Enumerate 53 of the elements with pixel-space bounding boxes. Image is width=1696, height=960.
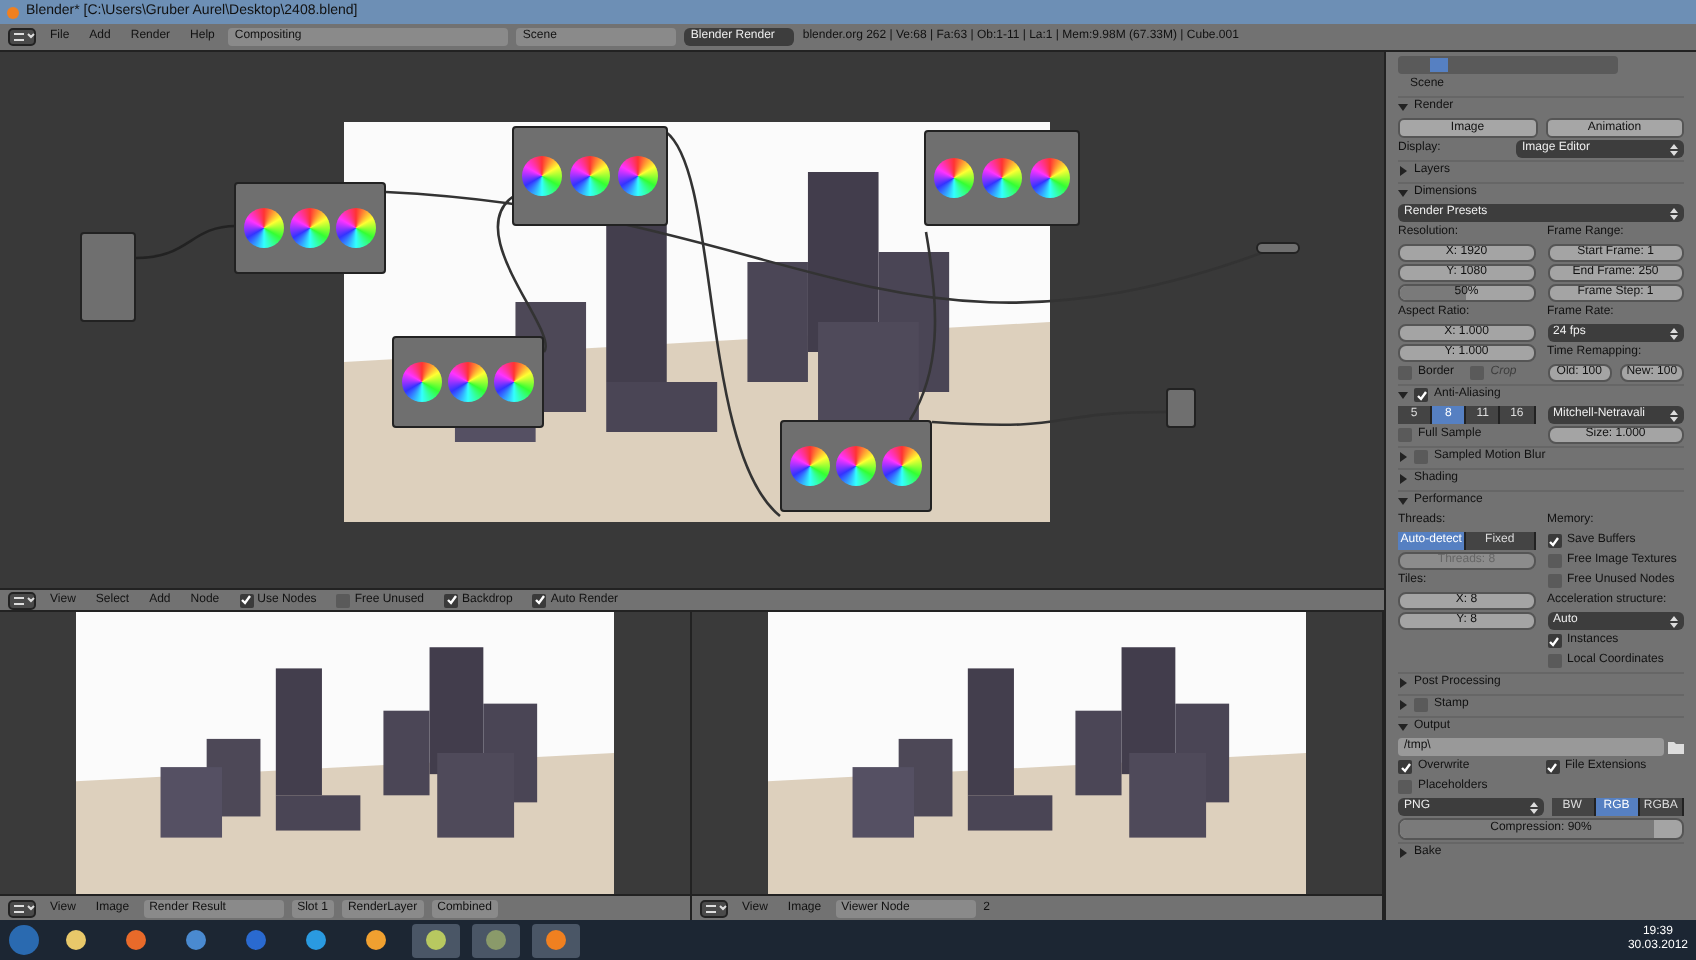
collapsed-triangle-icon[interactable]	[1398, 166, 1408, 176]
updown-arrows-icon	[1670, 615, 1678, 627]
collapsed-triangle-icon[interactable]	[1398, 678, 1408, 688]
editor-type-icon[interactable]	[8, 899, 36, 917]
checkbox[interactable]	[1398, 366, 1412, 380]
checkbox[interactable]	[1398, 760, 1412, 774]
checkbox[interactable]	[1547, 554, 1561, 568]
color-balance-node[interactable]	[234, 182, 386, 274]
expanded-triangle-icon[interactable]	[1398, 390, 1408, 400]
start-button-icon[interactable]	[8, 924, 40, 956]
editor-type-icon[interactable]	[700, 899, 728, 917]
checkbox[interactable]	[532, 593, 547, 607]
checkbox[interactable]	[239, 593, 254, 607]
checkbox[interactable]	[1547, 654, 1561, 668]
checkbox[interactable]	[1547, 574, 1561, 588]
updown-arrows-icon	[1670, 143, 1678, 155]
color-balance-node[interactable]	[924, 130, 1080, 226]
taskbar-button[interactable]	[472, 923, 520, 957]
expanded-triangle-icon[interactable]	[1398, 496, 1408, 506]
composite-node[interactable]	[1166, 388, 1196, 428]
expanded-triangle-icon[interactable]	[1398, 188, 1408, 198]
color-balance-node[interactable]	[780, 420, 932, 512]
checkbox[interactable]	[1414, 450, 1428, 464]
checkbox[interactable]	[1398, 780, 1412, 794]
updown-arrows-icon	[1670, 207, 1678, 219]
checkbox[interactable]	[1398, 428, 1412, 442]
viewer-node[interactable]	[1256, 242, 1300, 254]
editor-type-icon[interactable]	[8, 28, 36, 46]
checkbox[interactable]	[1545, 760, 1559, 774]
color-balance-node[interactable]	[392, 336, 544, 428]
checkbox[interactable]	[1414, 388, 1428, 402]
node-wire	[135, 224, 237, 260]
editor-type-icon[interactable]	[8, 591, 36, 609]
taskbar-button[interactable]	[532, 923, 580, 957]
updown-arrows-icon	[1529, 801, 1537, 813]
checkbox[interactable]	[1547, 534, 1561, 548]
checkbox[interactable]	[444, 593, 458, 607]
checkbox[interactable]	[1547, 634, 1561, 648]
checkbox[interactable]	[336, 593, 351, 607]
app-logo-icon	[6, 5, 20, 19]
collapsed-triangle-icon[interactable]	[1398, 452, 1408, 462]
collapsed-triangle-icon[interactable]	[1398, 474, 1408, 484]
folder-icon[interactable]	[1668, 740, 1684, 754]
checkbox[interactable]	[1414, 698, 1428, 712]
expanded-triangle-icon[interactable]	[1398, 722, 1408, 732]
expanded-triangle-icon[interactable]	[1398, 102, 1408, 112]
image-input-node[interactable]	[80, 232, 136, 322]
updown-arrows-icon	[1670, 327, 1678, 339]
color-balance-node[interactable]	[512, 126, 668, 226]
collapsed-triangle-icon[interactable]	[1398, 700, 1408, 710]
updown-arrows-icon	[1670, 409, 1678, 421]
collapsed-triangle-icon[interactable]	[1398, 848, 1408, 858]
taskbar-button[interactable]	[412, 923, 460, 957]
